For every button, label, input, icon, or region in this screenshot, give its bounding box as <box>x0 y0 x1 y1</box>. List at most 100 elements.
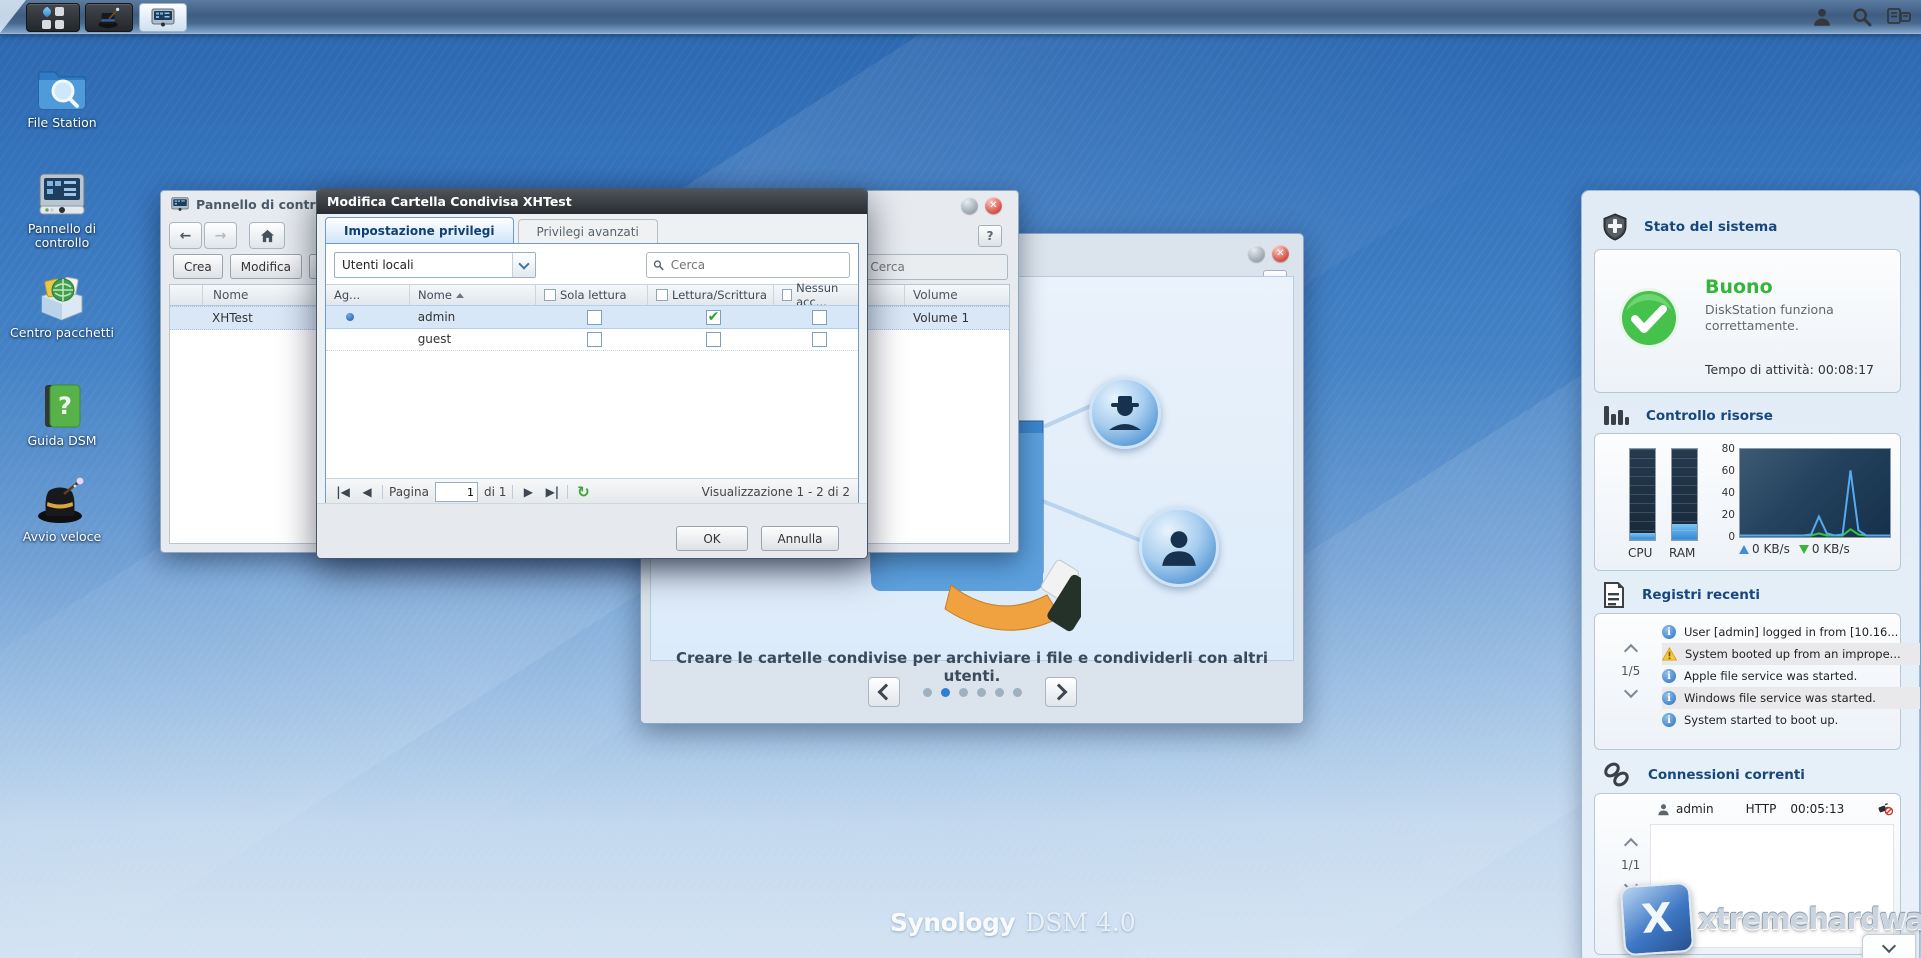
wizard-next-button[interactable] <box>1045 677 1077 707</box>
download-arrow-icon <box>1799 545 1809 554</box>
network-throughput: 0 KB/s 0 KB/s <box>1739 542 1850 556</box>
logs-page-up-button[interactable] <box>1624 644 1638 658</box>
dialog-search-input[interactable] <box>669 257 843 273</box>
show-desktop-wedge[interactable] <box>0 0 26 33</box>
previous-page-button[interactable]: ◀ <box>358 483 376 501</box>
no-access-checkbox[interactable] <box>812 310 827 325</box>
create-button[interactable]: Crea <box>173 254 223 279</box>
connections-page-up-button[interactable] <box>1624 838 1638 852</box>
last-page-button[interactable]: ▶| <box>543 483 561 501</box>
name-column-header[interactable]: Nome <box>410 285 536 305</box>
network-graph-svg <box>1739 448 1891 538</box>
page-label: Pagina <box>389 485 429 499</box>
logs-page-indicator: 1/5 <box>1621 664 1640 678</box>
wizard-dot-4[interactable] <box>977 688 986 697</box>
wizard-dot-6[interactable] <box>1013 688 1022 697</box>
dropdown-button[interactable] <box>512 253 535 277</box>
forward-button[interactable]: → <box>204 222 237 249</box>
desktop-icon-file-station[interactable]: File Station <box>10 62 114 130</box>
wizard-dot-3[interactable] <box>959 688 968 697</box>
user-type-dropdown[interactable]: Utenti locali <box>334 252 536 278</box>
control-panel-search[interactable] <box>846 254 1008 280</box>
main-menu-button[interactable] <box>26 3 80 32</box>
refresh-button[interactable]: ↻ <box>574 483 592 501</box>
volume-column-header[interactable]: Volume <box>904 285 1009 305</box>
desktop-icon-package-center[interactable]: Centro pacchetti <box>10 272 114 340</box>
read-only-column-header[interactable]: Sola lettura <box>536 285 648 305</box>
status-ok-icon <box>1617 286 1681 350</box>
control-panel-minimize-button[interactable] <box>961 197 978 214</box>
back-button[interactable]: ← <box>169 222 202 249</box>
dialog-titlebar[interactable]: Modifica Cartella Condivisa XHTest <box>317 189 867 214</box>
chain-link-icon <box>1602 761 1632 789</box>
edit-button[interactable]: Modifica <box>230 254 302 279</box>
read-write-checkbox[interactable]: ✔ <box>706 310 721 325</box>
wizard-dot-1[interactable] <box>923 688 932 697</box>
select-all-no-access-checkbox[interactable] <box>782 289 792 301</box>
applied-column-header[interactable]: Ag... <box>326 285 410 305</box>
ok-button[interactable]: OK <box>676 526 748 551</box>
desktop-icon-label: Avvio veloce <box>10 530 114 544</box>
no-access-column-header[interactable]: Nessun acc... <box>774 285 858 305</box>
dialog-search[interactable] <box>646 252 850 278</box>
info-icon <box>1662 625 1676 639</box>
desktop-icon-label: Centro pacchetti <box>10 326 114 340</box>
ram-gauge-fill <box>1672 524 1697 540</box>
control-panel-icon <box>171 197 189 212</box>
control-panel-taskbar-button[interactable] <box>139 3 187 32</box>
user-menu-button[interactable] <box>1807 3 1837 30</box>
tab-privilege-setup[interactable]: Impostazione privilegi <box>325 217 514 244</box>
log-entry: Windows file service was started. <box>1662 687 1920 709</box>
guest-user-badge <box>1089 377 1161 449</box>
wizard-dot-2-active[interactable] <box>941 688 950 697</box>
connection-protocol: HTTP <box>1746 802 1777 816</box>
no-access-checkbox[interactable] <box>812 332 827 347</box>
cpu-gauge-fill <box>1630 533 1655 540</box>
file-station-icon <box>35 62 89 112</box>
cpu-label: CPU <box>1628 546 1652 560</box>
read-write-column-header[interactable]: Lettura/Scrittura <box>648 285 774 305</box>
search-taskbar-button[interactable] <box>1847 3 1877 30</box>
user-icon <box>1812 7 1832 27</box>
upload-arrow-icon <box>1739 545 1749 554</box>
desktop-icon-label: Pannello di controllo <box>10 222 114 250</box>
user-row-guest[interactable]: guest <box>326 328 858 351</box>
control-panel-search-input[interactable] <box>868 259 1001 275</box>
logs-page-down-button[interactable] <box>1624 684 1638 698</box>
system-status-box: Buono DiskStation funziona correttamente… <box>1594 249 1901 393</box>
desktop-icon-quick-start[interactable]: Avvio veloce <box>10 476 114 544</box>
first-page-button[interactable]: |◀ <box>334 483 352 501</box>
system-widgets-sidebar: Stato del sistema Buono DiskStation funz… <box>1581 190 1920 958</box>
control-panel-help-button[interactable]: ? <box>978 225 1002 247</box>
select-all-read-write-checkbox[interactable] <box>656 289 668 301</box>
read-only-checkbox[interactable] <box>587 310 602 325</box>
status-value: Buono <box>1705 276 1773 298</box>
wizard-close-button[interactable]: ✕ <box>1272 245 1289 262</box>
disconnect-icon[interactable] <box>1877 802 1893 816</box>
read-only-checkbox[interactable] <box>587 332 602 347</box>
person-user-icon <box>1158 527 1200 567</box>
wizard-minimize-button[interactable] <box>1248 245 1265 262</box>
sidebar-collapse-button[interactable] <box>1862 934 1916 958</box>
user-name-cell: guest <box>410 332 536 346</box>
pilot-view-button[interactable] <box>1883 3 1915 30</box>
desktop-icon-dsm-help[interactable]: ? Guida DSM <box>10 382 114 448</box>
next-page-button[interactable]: ▶ <box>519 483 537 501</box>
read-write-checkbox[interactable] <box>706 332 721 347</box>
info-icon <box>1662 713 1676 727</box>
magic-hat-desktop-icon <box>34 476 90 526</box>
user-row-admin[interactable]: admin ✔ <box>326 305 858 329</box>
select-all-read-only-checkbox[interactable] <box>544 289 556 301</box>
wizard-dot-5[interactable] <box>995 688 1004 697</box>
dsm-help-icon: ? <box>37 382 87 430</box>
desktop-icon-control-panel[interactable]: Pannello di controllo <box>10 170 114 250</box>
cancel-button[interactable]: Annulla <box>761 526 839 551</box>
tab-advanced-privileges[interactable]: Privilegi avanzati <box>518 219 658 244</box>
status-description-line2: correttamente. <box>1705 318 1799 333</box>
quick-launch-button[interactable] <box>85 3 133 32</box>
wizard-prev-button[interactable] <box>868 677 900 707</box>
home-button[interactable] <box>249 222 285 249</box>
control-panel-close-button[interactable]: ✕ <box>985 197 1002 214</box>
graph-y-axis: 8060 4020 0 <box>1707 443 1735 543</box>
page-number-input[interactable] <box>435 482 478 502</box>
